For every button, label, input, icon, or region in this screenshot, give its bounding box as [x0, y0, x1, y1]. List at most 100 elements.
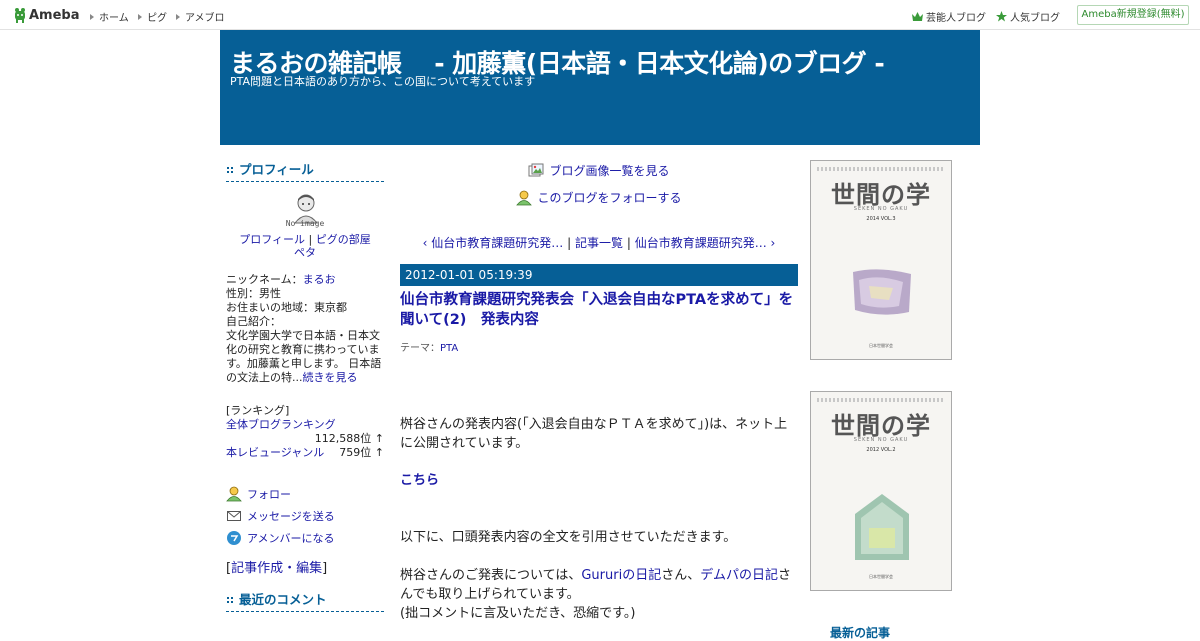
amember-icon [227, 531, 241, 545]
edit-entry-link[interactable]: 記事作成・編集 [231, 561, 322, 576]
nav-ameblo[interactable]: アメブロ [176, 9, 225, 24]
profile-links: プロフィール | ピグの部屋 ペタ [226, 233, 384, 259]
entry-list-link[interactable]: 記事一覧 [575, 236, 623, 250]
ranking-genre-link[interactable]: 本レビュージャンル [226, 446, 324, 460]
nickname-row: ニックネーム：まるお [226, 273, 384, 287]
decorative-strip [817, 167, 945, 171]
recent-comments-label: 最近のコメント [239, 592, 327, 607]
decorative-strip [817, 398, 945, 402]
profile-heading-label: プロフィール [239, 162, 314, 177]
ranking-genre-row: 本レビュージャンル 759位 ↑ [226, 446, 384, 460]
follow-blog-label[interactable]: このブログをフォローする [537, 189, 681, 206]
chevron-right-icon: › [770, 236, 776, 250]
ranking-overall-value: 112,588位 ↑ [314, 432, 384, 445]
body-paragraph: 桝谷さんのご発表については、Gururiの日記さん、デムパの日記さんでも取り上げ… [400, 566, 798, 604]
profile-heading: プロフィール [226, 160, 384, 182]
kochira-link[interactable]: こちら [400, 473, 439, 488]
peta-link[interactable]: ペタ [294, 246, 316, 259]
intro-text-block: 文化学園大学で日本語・日本文化の研究と教育に携わっています。加藤薫と申します。 … [226, 329, 384, 385]
read-more-link[interactable]: 続きを見る [303, 371, 358, 384]
triangle-icon [90, 13, 94, 20]
follow-action[interactable]: フォロー [226, 483, 384, 505]
ranking-label: [ランキング] [226, 404, 290, 417]
nickname-label: ニックネーム： [226, 273, 303, 286]
blog-subtitle: PTA問題と日本語のあり方から、この国について考えています [230, 75, 536, 88]
pig-room-link[interactable]: ピグの部屋 [316, 233, 371, 246]
next-entry-link[interactable]: 仙台市教育課題研究発… [635, 236, 767, 250]
gender: 性別：男性 [226, 287, 281, 300]
entry-theme: テーマ：PTA [400, 339, 458, 354]
magazine-title: 世間の学 [831, 180, 931, 209]
intro-label: 自己紹介： [226, 315, 281, 328]
gururi-link[interactable]: Gururiの日記 [581, 568, 661, 583]
ameba-logo[interactable]: Ameba [13, 6, 80, 24]
image-list-link[interactable]: ブログ画像一覧を見る [400, 162, 798, 179]
envelope-icon [227, 511, 241, 521]
separator: | [626, 236, 631, 250]
amember-link[interactable]: アメンバーになる [247, 530, 334, 546]
celeb-blog-link[interactable]: 芸能人ブログ [912, 9, 986, 24]
ranking: [ランキング] 全体ブログランキング 112,588位 ↑ 本レビュージャンル … [226, 404, 384, 460]
profile-link[interactable]: プロフィール [239, 233, 305, 246]
body-paragraph: 以下に、口頭発表内容の全文を引用させていただきます。 [400, 530, 737, 545]
amember-action[interactable]: アメンバーになる [226, 527, 384, 549]
magazine-title: 世間の学 [831, 411, 931, 440]
region: お住まいの地域：東京都 [226, 301, 347, 314]
triangle-icon [138, 13, 142, 20]
blog-header: まるおの雑記帳 - 加藤薫(日本語・日本文化論)のブログ - PTA問題と日本語… [220, 30, 980, 145]
ameba-logo-text: Ameba [29, 7, 80, 23]
magazine-cover[interactable]: 世間の学 SEKEN NO GAKU 2014 VOL.3 日本世間学会 [810, 160, 952, 360]
magazine-volume: 2014 VOL.3 [866, 216, 896, 222]
left-sidebar: プロフィール No image プロフィール | ピグの部屋 ペタ ニックネーム… [226, 160, 384, 612]
prev-entry-link[interactable]: 仙台市教育課題研究発… [431, 236, 563, 250]
chevron-left-icon: ‹ [422, 236, 428, 250]
magazine-cover[interactable]: 世間の学 SEKEN NO GAKU 2012 VOL.2 日本世間学会 [810, 391, 952, 591]
follow-icon [516, 190, 533, 205]
ameba-logo-icon [15, 7, 25, 23]
no-image-label: No image [285, 219, 325, 228]
body-link-row: こちら [400, 471, 798, 490]
ranking-genre-value: 759位 ↑ [339, 446, 384, 459]
nav-home-label: ホーム [99, 13, 129, 24]
image-list-label[interactable]: ブログ画像一覧を見る [549, 162, 669, 179]
cover-artwork [853, 269, 911, 315]
image-gallery-icon [528, 163, 544, 176]
nav-ameblo-label: アメブロ [185, 13, 225, 24]
bracket-close: ] [322, 561, 328, 576]
recent-comments-heading: 最近のコメント [226, 590, 384, 612]
cover-artwork [855, 494, 909, 560]
celeb-blog-label: 芸能人ブログ [926, 13, 986, 24]
sidebar-actions: フォロー メッセージを送る アメンバーになる [226, 483, 384, 549]
separator: | [567, 236, 572, 250]
entry-title[interactable]: 仙台市教育課題研究発表会「入退会自由なPTAを求めて」を聞いて(2) 発表内容 [400, 290, 798, 330]
theme-link[interactable]: PTA [440, 343, 458, 354]
nickname-link[interactable]: まるお [303, 273, 336, 286]
magazine-volume: 2012 VOL.2 [866, 447, 896, 453]
follow-blog-link[interactable]: このブログをフォローする [400, 189, 798, 206]
body-text: さん、 [661, 568, 701, 583]
follow-icon [226, 486, 242, 502]
dots-icon [227, 167, 233, 173]
popular-blog-link[interactable]: 人気ブログ [996, 9, 1060, 24]
nav-home[interactable]: ホーム [90, 9, 129, 24]
edit-entry: [記事作成・編集] [226, 557, 327, 576]
message-action[interactable]: メッセージを送る [226, 505, 384, 527]
follow-link[interactable]: フォロー [247, 486, 291, 502]
profile-info: ニックネーム：まるお 性別：男性 お住まいの地域：東京都 自己紹介： 文化学園大… [226, 273, 384, 385]
dots-icon [227, 597, 233, 603]
triangle-icon [176, 13, 180, 20]
register-button[interactable]: Ameba新規登録(無料) [1077, 5, 1189, 25]
star-icon [996, 11, 1007, 22]
separator: | [308, 233, 313, 246]
popular-blog-label: 人気ブログ [1010, 13, 1060, 24]
send-message-link[interactable]: メッセージを送る [247, 508, 335, 524]
magazine-subtitle: SEKEN NO GAKU [853, 437, 909, 443]
ranking-overall-link[interactable]: 全体ブログランキング [226, 418, 336, 431]
dempa-link[interactable]: デムパの日記 [700, 568, 778, 583]
nav-pig[interactable]: ピグ [138, 9, 167, 24]
theme-label: テーマ： [400, 343, 440, 354]
magazine-subtitle: SEKEN NO GAKU [853, 206, 909, 212]
latest-entries-heading: 最新の記事 [830, 626, 891, 640]
magazine-publisher: 日本世間学会 [869, 574, 893, 579]
nav-pig-label: ピグ [147, 13, 167, 24]
